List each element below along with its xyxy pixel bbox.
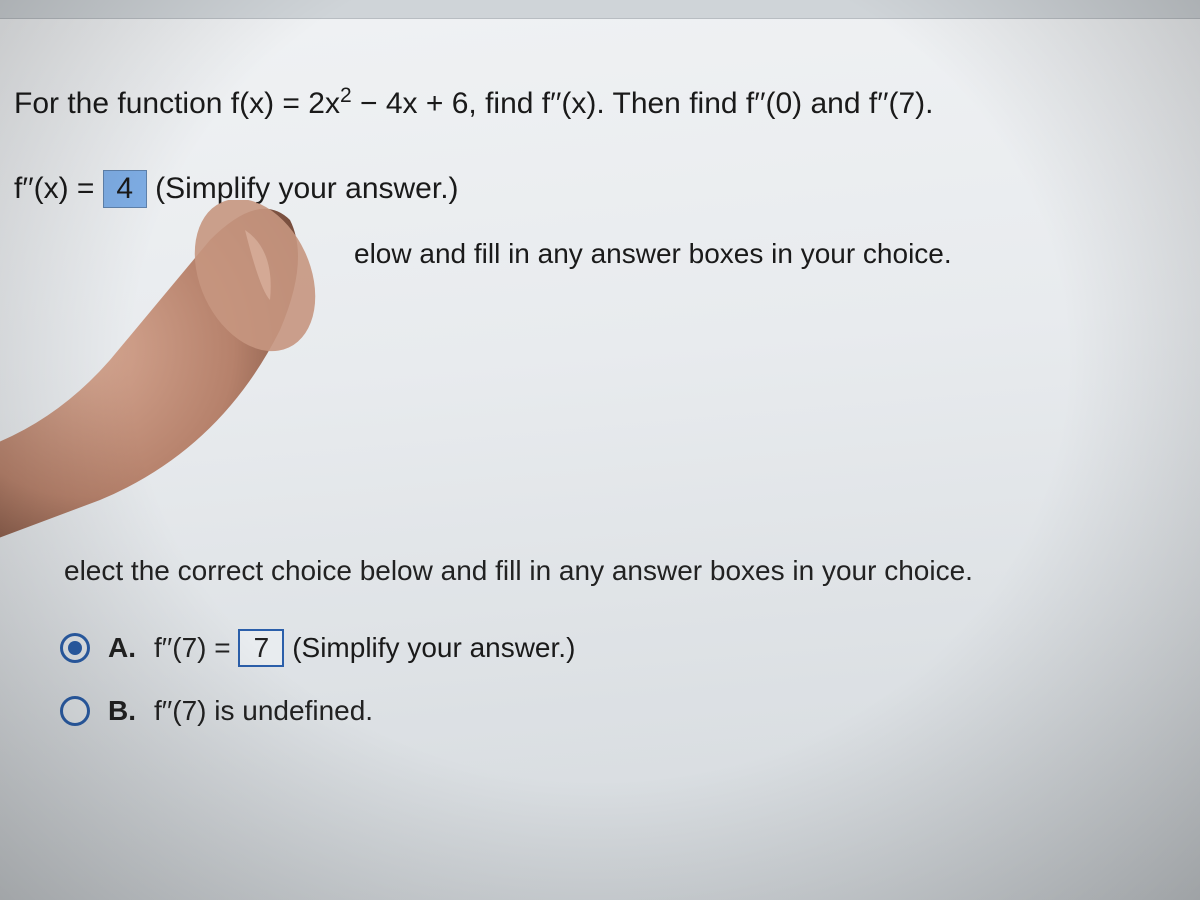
choice-a[interactable]: A. f′′(7) = 7 (Simplify your answer.) [60,629,1186,667]
choice-b[interactable]: B. f′′(7) is undefined. [60,695,1186,727]
photo-vignette [0,0,1200,900]
instruction-repeat: elect the correct choice below and fill … [14,555,1186,587]
choice-b-text: f′′(7) is undefined. [154,695,373,727]
question-text: For the function f(x) = 2x2 − 4x + 6, fi… [14,80,1186,126]
radio-a[interactable] [60,633,90,663]
instruction-fragment: elow and fill in any answer boxes in you… [14,238,1186,270]
radio-b[interactable] [60,696,90,726]
choice-a-hint: (Simplify your answer.) [284,632,575,663]
choice-b-label: B. [108,695,136,727]
question-page: For the function f(x) = 2x2 − 4x + 6, fi… [0,0,1200,900]
window-chrome-fragment [0,0,1200,19]
choice-a-lhs: f′′(7) = [154,632,238,663]
question-exponent: 2 [340,84,352,107]
answer1-hint: (Simplify your answer.) [147,172,459,205]
question-rest: − 4x + 6, find f′′(x). Then find f′′(0) … [352,87,934,120]
choice-a-content: f′′(7) = 7 (Simplify your answer.) [154,629,575,667]
choice-a-input[interactable]: 7 [238,629,284,667]
answer1-lhs: f′′(x) = [14,172,103,205]
choice-a-label: A. [108,632,136,664]
choice-group: A. f′′(7) = 7 (Simplify your answer.) B.… [14,629,1186,727]
answer1-input[interactable]: 4 [103,170,147,208]
question-prefix: For the function f(x) = 2x [14,87,340,120]
first-answer-line: f′′(x) = 4 (Simplify your answer.) [14,170,1186,208]
